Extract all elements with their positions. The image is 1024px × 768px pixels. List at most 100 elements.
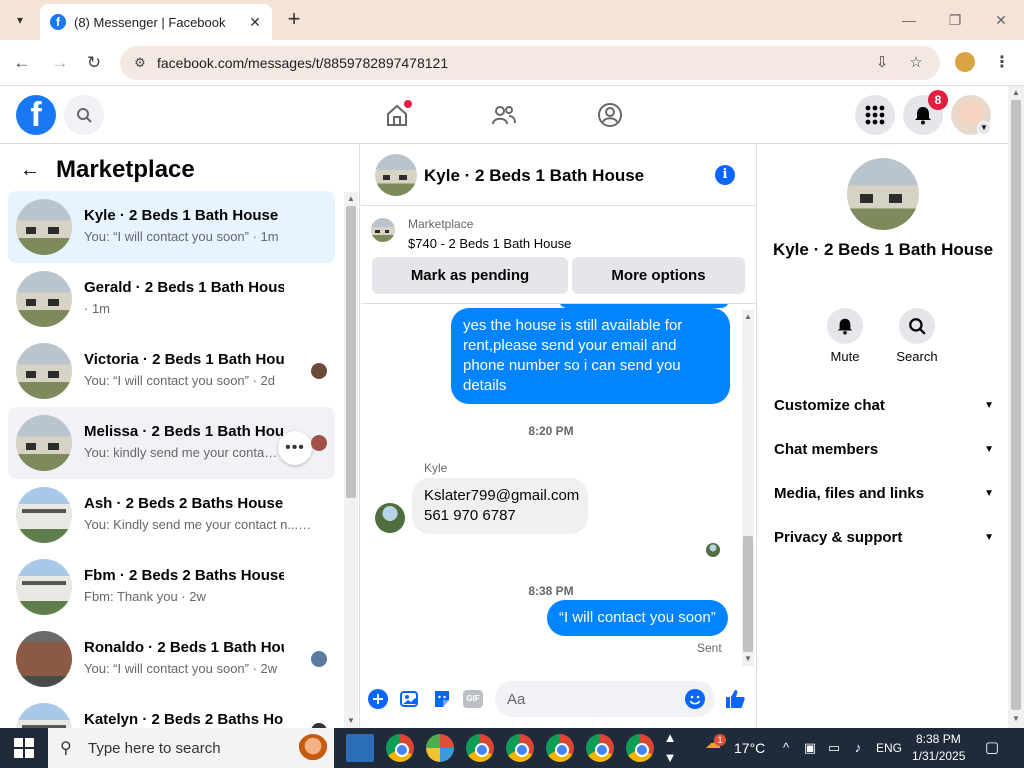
chevron-down-icon[interactable]: ▼	[977, 121, 991, 135]
back-arrow-icon[interactable]: ←	[20, 158, 44, 182]
address-bar[interactable]: ⚙ facebook.com/messages/t/88597828974781…	[120, 46, 940, 80]
reload-icon[interactable]: ↻	[82, 51, 106, 75]
outgoing-message[interactable]: “I will contact you soon”	[547, 600, 728, 636]
more-options-icon[interactable]: •••	[278, 431, 312, 465]
chrome-icon[interactable]	[546, 734, 574, 762]
temperature[interactable]: 17°C	[734, 740, 765, 756]
conversation-snippet: You: Kindly send me your contact n... · …	[84, 517, 314, 532]
chevron-up-icon[interactable]: ^	[778, 740, 794, 756]
media-files-links-row[interactable]: Media, files and links ▼	[774, 473, 994, 513]
clock-date[interactable]: 1/31/2025	[912, 749, 965, 763]
listing-thumbnail	[16, 415, 72, 471]
friends-nav-button[interactable]	[488, 99, 520, 131]
conversation-item[interactable]: Gerald · 2 Beds 1 Bath House · 1m	[8, 263, 335, 335]
search-in-chat-button[interactable]	[899, 308, 935, 344]
taskbar-scroll-down-icon[interactable]: ▼	[662, 750, 678, 766]
mute-button[interactable]	[827, 308, 863, 344]
customize-chat-row[interactable]: Customize chat ▼	[774, 385, 994, 425]
install-app-icon[interactable]: ⇩	[872, 53, 892, 73]
outgoing-message[interactable]: yes the house is still available for ren…	[451, 308, 730, 404]
scroll-down-icon[interactable]: ▼	[743, 654, 753, 664]
network-icon[interactable]: ▭	[826, 740, 842, 756]
language-indicator[interactable]: ENG	[876, 741, 902, 755]
chrome-icon[interactable]	[466, 734, 494, 762]
sender-avatar[interactable]	[375, 503, 405, 533]
chrome-icon[interactable]	[386, 734, 414, 762]
url-text[interactable]: facebook.com/messages/t/8859782897478121	[157, 55, 448, 71]
meet-now-icon[interactable]: ▣	[802, 740, 818, 756]
thumbs-up-icon[interactable]	[724, 688, 746, 710]
new-tab-icon[interactable]: +	[282, 8, 306, 32]
scroll-down-icon[interactable]: ▼	[346, 716, 356, 726]
conversation-item[interactable]: Ronaldo · 2 Beds 1 Bath House You: “I wi…	[8, 623, 335, 695]
bell-icon	[915, 107, 931, 125]
window-close-icon[interactable]: ✕	[986, 8, 1016, 32]
scroll-down-icon[interactable]: ▼	[1011, 714, 1021, 724]
notification-center-icon[interactable]: ▢	[984, 740, 1000, 756]
facebook-search-button[interactable]	[64, 95, 104, 135]
conversation-item[interactable]: Melissa · 2 Beds 1 Bath House You: kindl…	[8, 407, 335, 479]
bookmark-star-icon[interactable]: ☆	[906, 53, 926, 73]
taskbar-search[interactable]: ⚲ Type here to search	[48, 728, 334, 768]
menu-button[interactable]	[855, 95, 895, 135]
chrome-icon[interactable]	[626, 734, 654, 762]
conversation-item[interactable]: Kyle · 2 Beds 1 Bath House You: “I will …	[8, 191, 335, 263]
clock-time[interactable]: 8:38 PM	[916, 732, 961, 746]
taskbar-scroll-up-icon[interactable]: ▲	[662, 730, 678, 746]
mark-as-pending-button[interactable]: Mark as pending	[372, 257, 568, 294]
conversation-name: Ronaldo · 2 Beds 1 Bath House	[84, 639, 284, 656]
info-icon[interactable]: i	[715, 165, 735, 185]
page-scrollbar[interactable]: ▲ ▼	[1008, 86, 1024, 728]
facebook-logo-icon[interactable]: f	[16, 95, 56, 135]
tab-search-chevron-icon[interactable]: ▾	[6, 8, 34, 32]
photo-icon[interactable]	[399, 688, 421, 710]
groups-nav-button[interactable]	[594, 99, 626, 131]
restore-icon[interactable]: ❐	[940, 8, 970, 32]
privacy-support-row[interactable]: Privacy & support ▼	[774, 517, 994, 557]
chrome-icon[interactable]	[586, 734, 614, 762]
browser-menu-icon[interactable]: ⋮	[994, 51, 1010, 75]
scrollbar-thumb[interactable]	[743, 536, 753, 652]
volume-icon[interactable]: ♪	[850, 740, 866, 756]
conversation-snippet: You: “I will contact you soon” · 2w	[84, 661, 278, 676]
desktop-app-icon[interactable]	[346, 734, 374, 762]
tab-close-icon[interactable]: ✕	[246, 14, 264, 31]
chat-scrollbar[interactable]: ▲ ▼	[742, 310, 754, 666]
minimize-icon[interactable]: —	[894, 8, 924, 32]
conversation-list-panel: ← Marketplace Kyle · 2 Beds 1 Bath House…	[0, 144, 360, 728]
windows-start-icon[interactable]	[14, 738, 34, 758]
sticker-icon[interactable]	[431, 688, 453, 710]
scroll-up-icon[interactable]: ▲	[346, 194, 356, 204]
emoji-icon[interactable]	[684, 688, 706, 710]
row-label: Customize chat	[774, 396, 885, 414]
row-label: Privacy & support	[774, 528, 903, 546]
paint-app-icon[interactable]	[426, 734, 454, 762]
scrollbar-thumb[interactable]	[1011, 100, 1021, 710]
browser-tab[interactable]: f (8) Messenger | Facebook ✕	[40, 4, 272, 40]
chat-details-avatar[interactable]	[847, 158, 919, 230]
incoming-message[interactable]: Kslater799@gmail.com 561 970 6787	[412, 478, 588, 534]
plus-circle-icon[interactable]	[367, 688, 389, 710]
chat-title[interactable]: Kyle · 2 Beds 1 Bath House	[424, 166, 644, 186]
chrome-icon[interactable]	[506, 734, 534, 762]
site-settings-icon[interactable]: ⚙	[132, 55, 148, 71]
browser-profile-icon[interactable]	[955, 52, 975, 72]
more-options-button[interactable]: More options	[572, 257, 745, 294]
sent-status: Sent	[697, 641, 722, 655]
conversation-item[interactable]: Ash · 2 Beds 2 Baths House You: Kindly s…	[8, 479, 335, 551]
message-input[interactable]	[495, 681, 715, 717]
gif-icon[interactable]: GIF	[462, 688, 484, 710]
chat-members-row[interactable]: Chat members ▼	[774, 429, 994, 469]
forward-icon[interactable]: →	[48, 51, 72, 75]
listing-price[interactable]: $740 - 2 Beds 1 Bath House	[408, 236, 571, 251]
scrollbar-thumb[interactable]	[346, 206, 356, 498]
scroll-up-icon[interactable]: ▲	[743, 312, 753, 322]
conversation-item[interactable]: Katelyn · 2 Beds 2 Baths House	[8, 695, 335, 728]
conversation-list-scrollbar[interactable]: ▲ ▼	[344, 192, 358, 728]
sender-name: Kyle	[424, 461, 448, 475]
conversation-item[interactable]: Fbm · 2 Beds 2 Baths House Fbm: Thank yo…	[8, 551, 335, 623]
conversation-item[interactable]: Victoria · 2 Beds 1 Bath House You: “I w…	[8, 335, 335, 407]
back-icon[interactable]: ←	[10, 51, 34, 75]
chat-avatar[interactable]	[375, 154, 417, 196]
scroll-up-icon[interactable]: ▲	[1011, 88, 1021, 98]
